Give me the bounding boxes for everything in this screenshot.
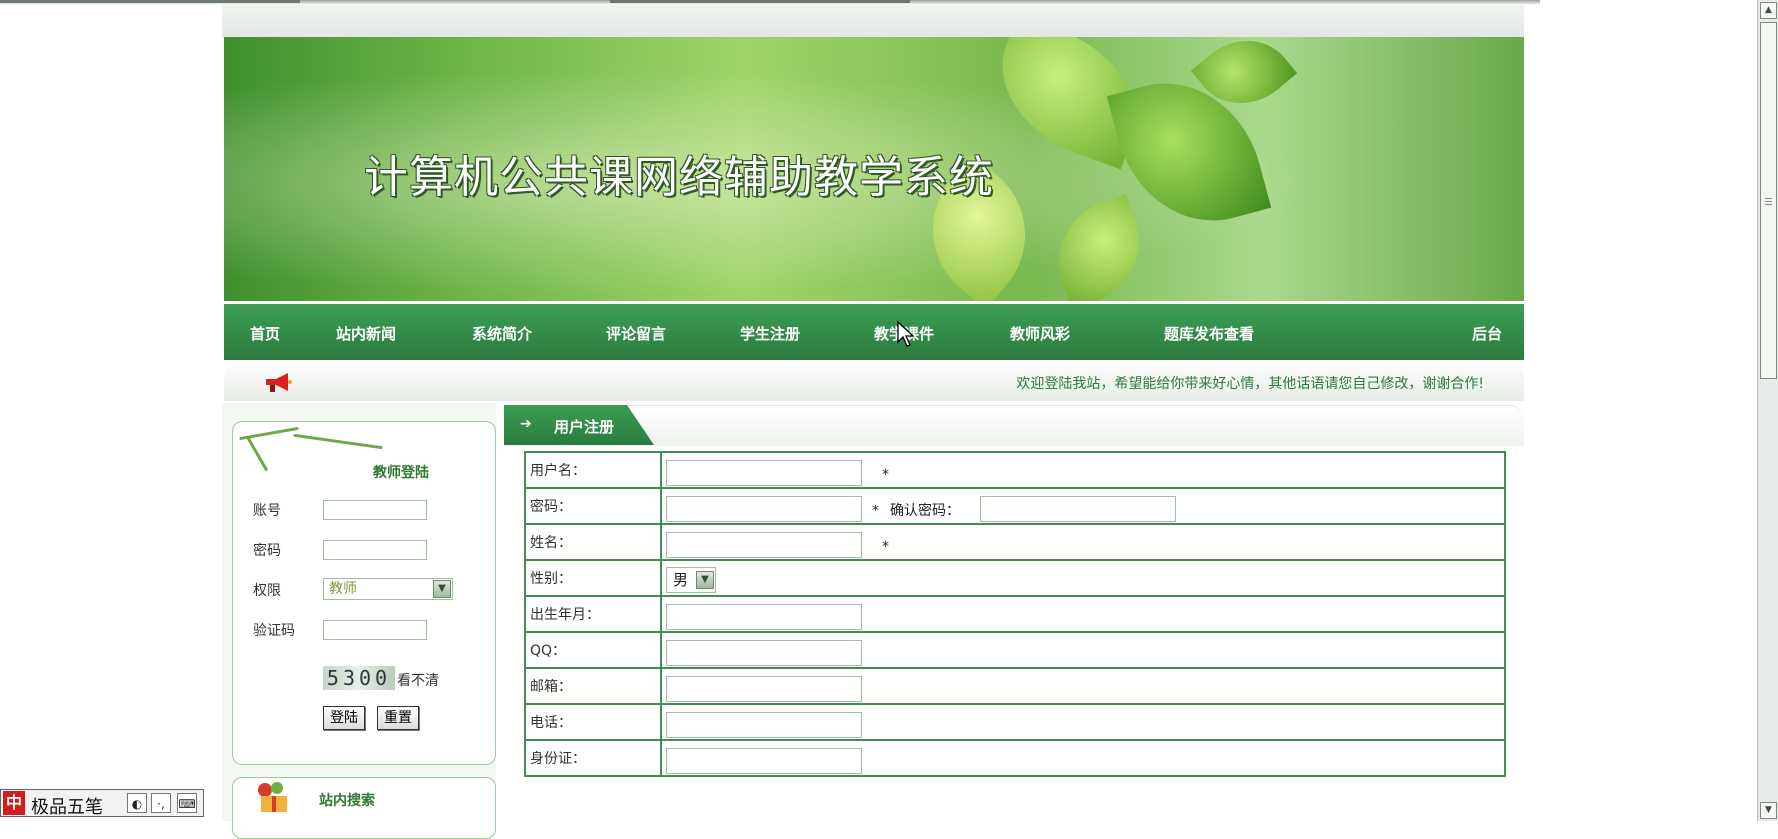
vertical-scrollbar[interactable]: ▲ ▼ xyxy=(1757,0,1778,821)
qq-input[interactable] xyxy=(666,640,862,666)
phone-label: 电话： xyxy=(524,703,662,741)
punctuation-icon[interactable]: ·, xyxy=(151,793,171,813)
nav-item-student-register[interactable]: 学生注册 xyxy=(740,323,800,344)
form-row-sex: 性别： 男 ▼ xyxy=(524,559,1506,597)
registration-form: 用户名： * 密码： * 确认密码： 姓名： * 性别： 男 ▼ 出生年月： Q… xyxy=(524,451,1506,777)
captcha-input[interactable] xyxy=(323,620,427,640)
form-row-username: 用户名： * xyxy=(524,451,1506,489)
chevron-down-icon[interactable]: ▼ xyxy=(696,571,714,589)
nav-item-admin[interactable]: 后台 xyxy=(1472,323,1502,344)
required-mark: * xyxy=(882,467,889,483)
email-label: 邮箱： xyxy=(524,667,662,705)
tab-label: 用户注册 xyxy=(554,418,615,436)
birth-label: 出生年月： xyxy=(524,595,662,633)
grip-icon xyxy=(1765,198,1772,199)
scroll-down-arrow-icon[interactable]: ▼ xyxy=(1760,802,1777,819)
form-row-email: 邮箱： xyxy=(524,667,1506,705)
form-row-idcard: 身份证： xyxy=(524,739,1506,777)
vine-decoration-icon xyxy=(245,435,269,472)
ime-name: 极品五笔 xyxy=(31,797,103,818)
site-banner: 计算机公共课网络辅助教学系统 xyxy=(224,37,1524,301)
username-input[interactable] xyxy=(666,460,862,486)
form-row-phone: 电话： xyxy=(524,703,1506,741)
sex-select[interactable]: 男 ▼ xyxy=(666,567,716,593)
birth-input[interactable] xyxy=(666,604,862,630)
idcard-label: 身份证： xyxy=(524,739,662,777)
form-row-qq: QQ： xyxy=(524,631,1506,669)
name-label: 姓名： xyxy=(524,523,662,561)
login-button[interactable]: 登陆 xyxy=(323,706,365,730)
phone-input[interactable] xyxy=(666,712,862,738)
nav-item-news[interactable]: 站内新闻 xyxy=(336,323,396,344)
reset-button[interactable]: 重置 xyxy=(377,706,419,730)
password-field-label: 密码： xyxy=(524,487,662,525)
login-panel-title: 教师登陆 xyxy=(373,465,429,481)
ime-mode-indicator[interactable]: 中 xyxy=(3,791,25,815)
ime-toolbar[interactable]: 中 极品五笔 ◐ ·, ⌨ xyxy=(0,789,204,818)
form-row-name: 姓名： * xyxy=(524,523,1506,561)
sex-select-value: 男 xyxy=(673,571,689,589)
sex-label: 性别： xyxy=(524,559,662,597)
main-nav: 首页 站内新闻 系统简介 评论留言 学生注册 教学课件 教师风彩 题库发布查看 … xyxy=(224,304,1524,360)
page-container: 计算机公共课网络辅助教学系统 首页 站内新闻 系统简介 评论留言 学生注册 教学… xyxy=(222,5,1524,839)
captcha-label: 验证码 xyxy=(253,623,295,639)
nav-item-question-bank[interactable]: 题库发布查看 xyxy=(1164,323,1254,344)
nav-item-about[interactable]: 系统简介 xyxy=(472,323,532,344)
search-panel-title: 站内搜索 xyxy=(319,793,375,809)
form-row-password: 密码： * 确认密码： xyxy=(524,487,1506,525)
password-input[interactable] xyxy=(323,540,427,560)
account-input[interactable] xyxy=(323,500,427,520)
role-select[interactable]: 教师 ▼ xyxy=(323,578,453,600)
vine-decoration-icon xyxy=(293,433,383,450)
email-input[interactable] xyxy=(666,676,862,702)
qq-label: QQ： xyxy=(524,631,662,669)
captcha-image[interactable]: 5300 xyxy=(323,666,395,690)
required-mark: * xyxy=(882,539,889,555)
chevron-down-icon[interactable]: ▼ xyxy=(433,580,451,598)
scroll-up-arrow-icon[interactable]: ▲ xyxy=(1760,2,1777,19)
scrollbar-thumb[interactable] xyxy=(1760,22,1777,379)
required-mark: * xyxy=(872,503,879,519)
username-label: 用户名： xyxy=(524,451,662,489)
role-label: 权限 xyxy=(253,583,281,599)
banner-title: 计算机公共课网络辅助教学系统 xyxy=(364,152,994,203)
captcha-refresh-link[interactable]: 看不清 xyxy=(397,670,439,690)
idcard-input[interactable] xyxy=(666,748,862,774)
teacher-login-panel: 教师登陆 账号 密码 权限 教师 ▼ 验证码 5300 看不清 登陆 重置 xyxy=(232,421,496,765)
content-header xyxy=(504,405,1524,446)
register-password-input[interactable] xyxy=(666,496,862,522)
nav-item-home[interactable]: 首页 xyxy=(250,323,280,344)
confirm-password-label: 确认密码： xyxy=(890,503,960,519)
welcome-marquee: 欢迎登陆我站，希望能给你带来好心情，其他话语请您自己修改，谢谢合作! xyxy=(1016,376,1484,392)
welcome-bar: 欢迎登陆我站，希望能给你带来好心情，其他话语请您自己修改，谢谢合作! xyxy=(224,361,1524,401)
mouse-cursor-icon xyxy=(897,320,915,347)
confirm-password-input[interactable] xyxy=(980,496,1176,522)
site-search-panel: 站内搜索 xyxy=(232,777,496,839)
arrow-right-icon: ➔ xyxy=(520,416,532,432)
role-select-value: 教师 xyxy=(329,581,357,597)
nav-item-teachers[interactable]: 教师风彩 xyxy=(1010,323,1070,344)
page-top-strip xyxy=(222,5,1524,37)
half-width-moon-icon[interactable]: ◐ xyxy=(127,793,147,813)
nav-item-comments[interactable]: 评论留言 xyxy=(606,323,666,344)
form-row-birth: 出生年月： xyxy=(524,595,1506,633)
megaphone-icon xyxy=(266,373,292,392)
name-input[interactable] xyxy=(666,532,862,558)
gift-flower-icon xyxy=(258,782,287,812)
left-sidebar: 教师登陆 账号 密码 权限 教师 ▼ 验证码 5300 看不清 登陆 重置 站内… xyxy=(222,403,496,839)
soft-keyboard-icon[interactable]: ⌨ xyxy=(177,793,197,813)
account-label: 账号 xyxy=(253,503,281,519)
password-label: 密码 xyxy=(253,543,281,559)
